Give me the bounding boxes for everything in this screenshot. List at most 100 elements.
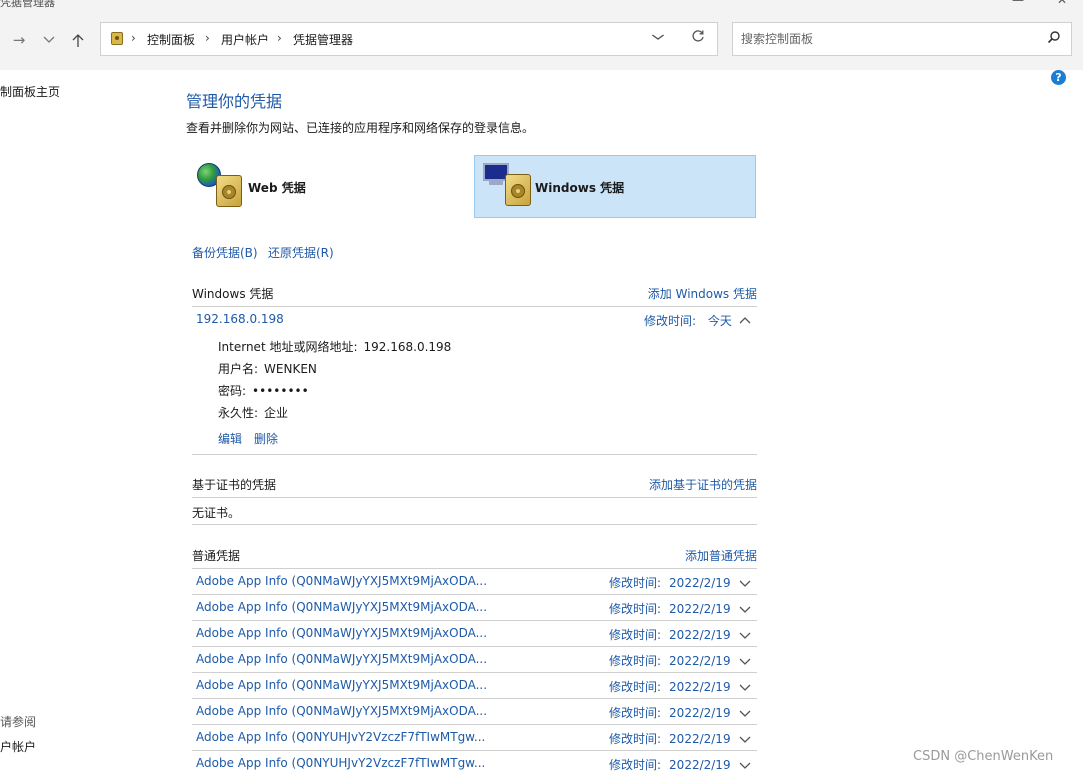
- modified-date: 2022/2/19: [669, 576, 731, 590]
- chevron-down-icon[interactable]: [738, 759, 752, 769]
- help-icon[interactable]: ?: [1051, 70, 1066, 85]
- generic-credential-name[interactable]: Adobe App Info (Q0NYUHJvY2VzczF7fTIwMTgw…: [196, 756, 485, 770]
- generic-credential-modified: 修改时间: 2022/2/19: [609, 600, 731, 617]
- password-label: 密码:: [218, 384, 247, 398]
- windows-credentials-label: Windows 凭据: [535, 181, 625, 195]
- close-button[interactable]: ✕: [1057, 0, 1067, 7]
- page-description: 查看并删除你为网站、已连接的应用程序和网络保存的登录信息。: [186, 121, 535, 135]
- refresh-icon[interactable]: [691, 29, 705, 47]
- watermark: CSDN @ChenWenKen: [913, 749, 1054, 764]
- address-label: Internet 地址或网络地址:: [218, 340, 358, 354]
- generic-credential-modified: 修改时间: 2022/2/19: [609, 678, 731, 695]
- persistence-value: 企业: [264, 406, 289, 420]
- credential-entry-expanded: 192.168.0.198 修改时间: 今天 Internet 地址或网络地址:…: [192, 306, 757, 455]
- breadcrumb-separator: ›: [277, 31, 282, 45]
- chevron-down-icon[interactable]: [738, 681, 752, 691]
- web-credentials-tile[interactable]: Web 凭据: [192, 155, 472, 218]
- chevron-down-icon[interactable]: [738, 733, 752, 743]
- chevron-down-icon[interactable]: [738, 655, 752, 665]
- breadcrumb-separator: ›: [131, 31, 136, 45]
- add-windows-credential-link[interactable]: 添加 Windows 凭据: [648, 285, 757, 302]
- cert-credentials-title: 基于证书的凭据: [192, 478, 277, 492]
- generic-credential-modified: 修改时间: 2022/2/19: [609, 756, 731, 773]
- generic-credentials-header: 普通凭据 添加普通凭据: [192, 547, 757, 569]
- edit-credential-link[interactable]: 编辑: [218, 430, 242, 447]
- generic-credential-name[interactable]: Adobe App Info (Q0NMaWJyYXJ5MXt9MjAxODA.…: [196, 600, 487, 614]
- modified-date: 2022/2/19: [669, 706, 731, 720]
- forward-icon[interactable]: →: [8, 29, 30, 51]
- breadcrumb-user-accounts[interactable]: 用户帐户: [221, 31, 269, 48]
- chevron-down-icon[interactable]: [651, 30, 665, 44]
- see-also-heading: 另请参阅: [0, 715, 37, 729]
- add-cert-credential-link[interactable]: 添加基于证书的凭据: [649, 476, 757, 493]
- breadcrumb-control-panel[interactable]: 控制面板: [147, 31, 195, 48]
- vault-icon: [216, 175, 242, 207]
- chevron-up-icon[interactable]: [738, 315, 752, 325]
- modified-label: 修改时间:: [609, 706, 662, 720]
- search-icon[interactable]: [1047, 30, 1061, 44]
- detail-username: 用户名: WENKEN: [218, 360, 317, 377]
- password-value: ••••••••: [252, 384, 309, 398]
- window-title: 凭据管理器: [0, 0, 55, 9]
- vault-icon: [505, 174, 531, 206]
- generic-credential-name[interactable]: Adobe App Info (Q0NMaWJyYXJ5MXt9MjAxODA.…: [196, 704, 487, 718]
- chevron-down-icon[interactable]: [738, 629, 752, 639]
- page-title: 管理你的凭据: [186, 92, 283, 111]
- modified-label: 修改时间:: [609, 758, 662, 772]
- windows-credentials-tile[interactable]: Windows 凭据: [474, 155, 756, 218]
- modified-label: 修改时间:: [609, 628, 662, 642]
- credential-modified[interactable]: 修改时间: 今天: [644, 312, 732, 329]
- modified-label: 修改时间:: [609, 576, 662, 590]
- detail-address: Internet 地址或网络地址: 192.168.0.198: [218, 338, 451, 355]
- generic-credential-modified: 修改时间: 2022/2/19: [609, 704, 731, 721]
- generic-credential-name[interactable]: Adobe App Info (Q0NMaWJyYXJ5MXt9MjAxODA.…: [196, 652, 487, 666]
- breadcrumb-credential-manager[interactable]: 凭据管理器: [293, 31, 353, 48]
- detail-password: 密码: ••••••••: [218, 382, 309, 399]
- modified-label: 修改时间:: [609, 602, 662, 616]
- up-icon[interactable]: [67, 29, 89, 51]
- generic-credential-row[interactable]: Adobe App Info (Q0NMaWJyYXJ5MXt9MjAxODA.…: [192, 595, 757, 621]
- generic-credential-name[interactable]: Adobe App Info (Q0NYUHJvY2VzczF7fTIwMTgw…: [196, 730, 485, 744]
- recent-icon[interactable]: [38, 29, 60, 51]
- control-panel-icon: [111, 32, 123, 45]
- modified-date: 2022/2/19: [669, 732, 731, 746]
- generic-credential-modified: 修改时间: 2022/2/19: [609, 730, 731, 747]
- chevron-down-icon[interactable]: [738, 707, 752, 717]
- address-bar[interactable]: › 控制面板 › 用户帐户 › 凭据管理器: [100, 22, 718, 56]
- username-value: WENKEN: [264, 362, 317, 376]
- generic-credential-row[interactable]: Adobe App Info (Q0NMaWJyYXJ5MXt9MjAxODA.…: [192, 621, 757, 647]
- credential-name[interactable]: 192.168.0.198: [196, 312, 284, 326]
- generic-credential-row[interactable]: Adobe App Info (Q0NYUHJvY2VzczF7fTIwMTgw…: [192, 725, 757, 751]
- modified-date: 2022/2/19: [669, 758, 731, 772]
- cert-empty-text: 无证书。: [192, 506, 241, 520]
- chevron-down-icon[interactable]: [738, 603, 752, 613]
- windows-credentials-header: Windows 凭据 添加 Windows 凭据: [192, 285, 757, 307]
- generic-credential-row[interactable]: Adobe App Info (Q0NMaWJyYXJ5MXt9MjAxODA.…: [192, 673, 757, 699]
- restore-credentials-link[interactable]: 还原凭据(R): [268, 244, 334, 261]
- generic-credential-name[interactable]: Adobe App Info (Q0NMaWJyYXJ5MXt9MjAxODA.…: [196, 678, 487, 692]
- persistence-label: 永久性:: [218, 406, 259, 420]
- generic-credential-row[interactable]: Adobe App Info (Q0NMaWJyYXJ5MXt9MjAxODA.…: [192, 647, 757, 673]
- control-panel-home-link[interactable]: 控制面板主页: [0, 83, 60, 100]
- chevron-down-icon[interactable]: [738, 577, 752, 587]
- generic-credential-row[interactable]: Adobe App Info (Q0NYUHJvY2VzczF7fTIwMTgw…: [192, 751, 757, 772]
- add-generic-credential-link[interactable]: 添加普通凭据: [685, 547, 757, 564]
- minimize-button[interactable]: —: [1012, 0, 1024, 7]
- generic-credential-modified: 修改时间: 2022/2/19: [609, 626, 731, 643]
- search-input[interactable]: [741, 30, 1031, 48]
- modified-label: 修改时间:: [609, 732, 662, 746]
- backup-credentials-link[interactable]: 备份凭据(B): [192, 244, 258, 261]
- detail-persistence: 永久性: 企业: [218, 404, 288, 421]
- modified-date: 2022/2/19: [669, 680, 731, 694]
- search-box[interactable]: [732, 22, 1072, 56]
- modified-value: 今天: [707, 314, 732, 328]
- generic-credential-name[interactable]: Adobe App Info (Q0NMaWJyYXJ5MXt9MjAxODA.…: [196, 574, 487, 588]
- generic-credentials-title: 普通凭据: [192, 549, 241, 563]
- user-accounts-link[interactable]: 用户帐户: [0, 738, 36, 755]
- modified-date: 2022/2/19: [669, 602, 731, 616]
- generic-credential-row[interactable]: Adobe App Info (Q0NMaWJyYXJ5MXt9MjAxODA.…: [192, 569, 757, 595]
- delete-credential-link[interactable]: 删除: [254, 430, 278, 447]
- generic-credential-name[interactable]: Adobe App Info (Q0NMaWJyYXJ5MXt9MjAxODA.…: [196, 626, 487, 640]
- generic-credential-row[interactable]: Adobe App Info (Q0NMaWJyYXJ5MXt9MjAxODA.…: [192, 699, 757, 725]
- address-value: 192.168.0.198: [363, 340, 452, 354]
